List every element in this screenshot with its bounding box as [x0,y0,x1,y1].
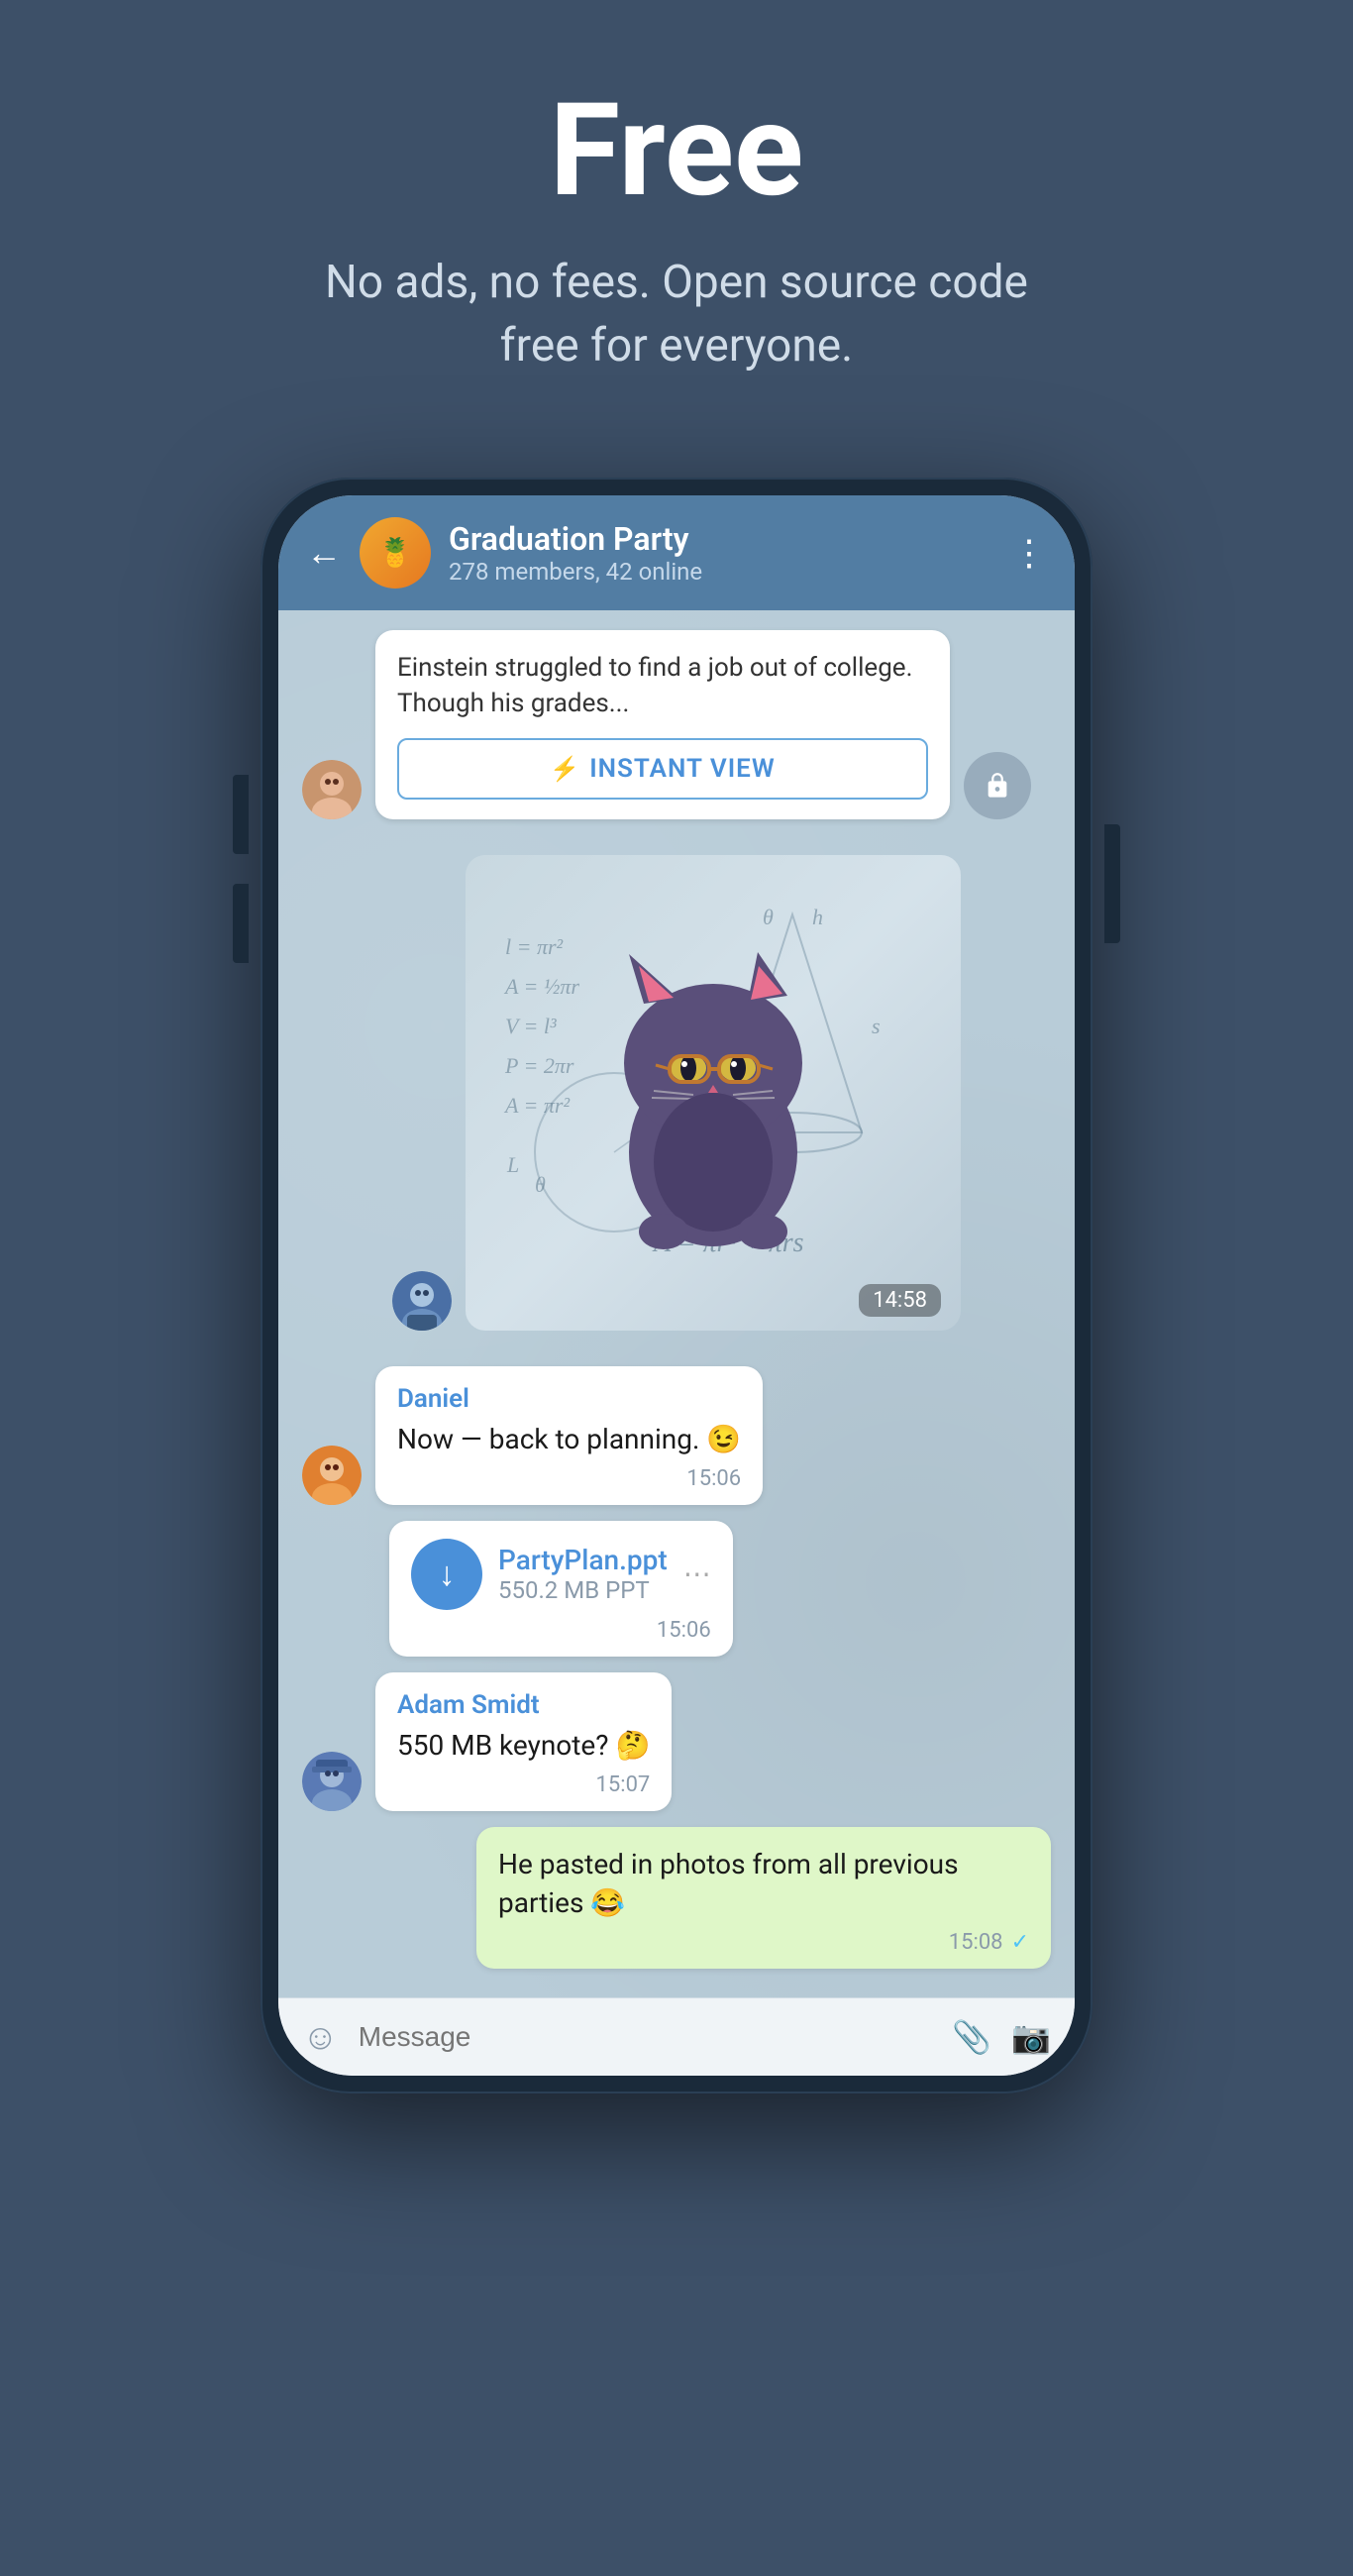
group-avatar: 🍍 [360,517,431,589]
attachment-button[interactable]: 📎 [952,2018,991,2056]
back-button[interactable]: ← [306,532,342,574]
avatar-image-1 [302,760,362,819]
volume-down-button[interactable] [233,884,249,963]
hero-title: Free [550,79,804,221]
sticker-time: 14:58 [859,1284,941,1317]
daniel-sender: Daniel [397,1384,741,1414]
svg-text:A = πr²: A = πr² [503,1093,570,1118]
svg-text:P = 2πr: P = 2πr [504,1053,574,1078]
file-bubble: ↓ PartyPlan.ppt 550.2 MB PPT ⋯ 15:06 [389,1521,733,1657]
phone-screen: ← 🍍 Graduation Party 278 members, 42 onl… [278,495,1075,2076]
adam-footer: 15:07 [397,1772,650,1797]
svg-text:s: s [872,1014,881,1038]
svg-text:θ: θ [535,1172,546,1197]
sent-footer: 15:08 ✓ [498,1930,1029,1955]
header-info: Graduation Party 278 members, 42 online [449,520,993,586]
download-icon[interactable]: ↓ [411,1539,482,1610]
chat-area: Einstein struggled to find a job out of … [278,610,1075,1997]
user-avatar-adam [302,1752,362,1811]
hero-subtitle: No ads, no fees. Open source code free f… [280,251,1073,378]
avatar-image-2 [392,1271,452,1331]
file-name: PartyPlan.ppt [498,1544,668,1576]
sent-bubble: He pasted in photos from all previous pa… [476,1827,1051,1969]
emoji-button[interactable]: ☺ [302,2016,339,2058]
hero-section: Free No ads, no fees. Open source code f… [0,0,1353,438]
sticker-message: l = πr² A = ½πr V = l³ P = 2πr A = πr² s… [302,835,1051,1350]
article-bubble: Einstein struggled to find a job out of … [375,630,950,819]
svg-text:L: L [506,1152,519,1177]
phone-outer-frame: ← 🍍 Graduation Party 278 members, 42 onl… [260,478,1093,2093]
group-name: Graduation Party [449,520,993,558]
daniel-time: 15:06 [686,1466,741,1491]
sent-message-row: He pasted in photos from all previous pa… [302,1827,1051,1969]
adam-sender: Adam Smidt [397,1690,650,1720]
sticker-background: l = πr² A = ½πr V = l³ P = 2πr A = πr² s… [466,855,961,1331]
user-avatar-1 [302,760,362,819]
power-button[interactable] [1104,824,1120,943]
avatar-image-daniel [302,1446,362,1505]
volume-up-button[interactable] [233,775,249,854]
user-avatar-2 [392,1271,452,1331]
adam-bubble: Adam Smidt 550 MB keynote? 🤔 15:07 [375,1672,672,1811]
file-time: 15:06 [657,1618,711,1643]
share-icon [984,772,1011,800]
daniel-message-row: Daniel Now — back to planning. 😉 15:06 [302,1366,1051,1505]
adam-time: 15:07 [596,1772,651,1797]
svg-text:A = ½πr: A = ½πr [503,974,579,999]
file-more-button[interactable]: ⋯ [683,1557,711,1590]
message-input-bar: ☺ 📎 📷 [278,1997,1075,2076]
user-avatar-daniel [302,1446,362,1505]
adam-text: 550 MB keynote? 🤔 [397,1726,650,1765]
instant-view-label: INSTANT VIEW [589,754,776,784]
sent-check: ✓ [1011,1930,1029,1955]
file-row: ↓ PartyPlan.ppt 550.2 MB PPT ⋯ [411,1539,711,1610]
group-avatar-emoji: 🍍 [378,536,413,569]
daniel-text: Now — back to planning. 😉 [397,1420,741,1458]
file-footer: 15:06 [411,1618,711,1643]
share-button[interactable] [964,752,1031,819]
cat-sticker [574,924,852,1261]
group-meta: 278 members, 42 online [449,558,993,586]
daniel-footer: 15:06 [397,1466,741,1491]
sent-text: He pasted in photos from all previous pa… [498,1845,1029,1922]
article-message-row: Einstein struggled to find a job out of … [302,630,1051,819]
more-options-button[interactable]: ⋮ [1011,532,1047,574]
daniel-bubble: Daniel Now — back to planning. 😉 15:06 [375,1366,763,1505]
chat-header: ← 🍍 Graduation Party 278 members, 42 onl… [278,495,1075,610]
svg-text:V = l³: V = l³ [505,1014,557,1038]
message-input[interactable] [359,2021,933,2053]
download-arrow: ↓ [439,1555,456,1594]
phone-mockup: ← 🍍 Graduation Party 278 members, 42 onl… [260,478,1093,2093]
camera-button[interactable]: 📷 [1011,2018,1051,2056]
svg-text:l = πr²: l = πr² [505,934,564,959]
instant-view-button[interactable]: ⚡ INSTANT VIEW [397,738,928,800]
avatar-image-adam [302,1752,362,1811]
sent-time: 15:08 [949,1930,1003,1955]
adam-message-row: Adam Smidt 550 MB keynote? 🤔 15:07 [302,1672,1051,1811]
file-size: 550.2 MB PPT [498,1576,668,1604]
file-info: PartyPlan.ppt 550.2 MB PPT [498,1544,668,1604]
instant-view-icon: ⚡ [550,755,579,783]
file-message-row: ↓ PartyPlan.ppt 550.2 MB PPT ⋯ 15:06 [302,1521,1051,1657]
article-text: Einstein struggled to find a job out of … [397,650,928,722]
